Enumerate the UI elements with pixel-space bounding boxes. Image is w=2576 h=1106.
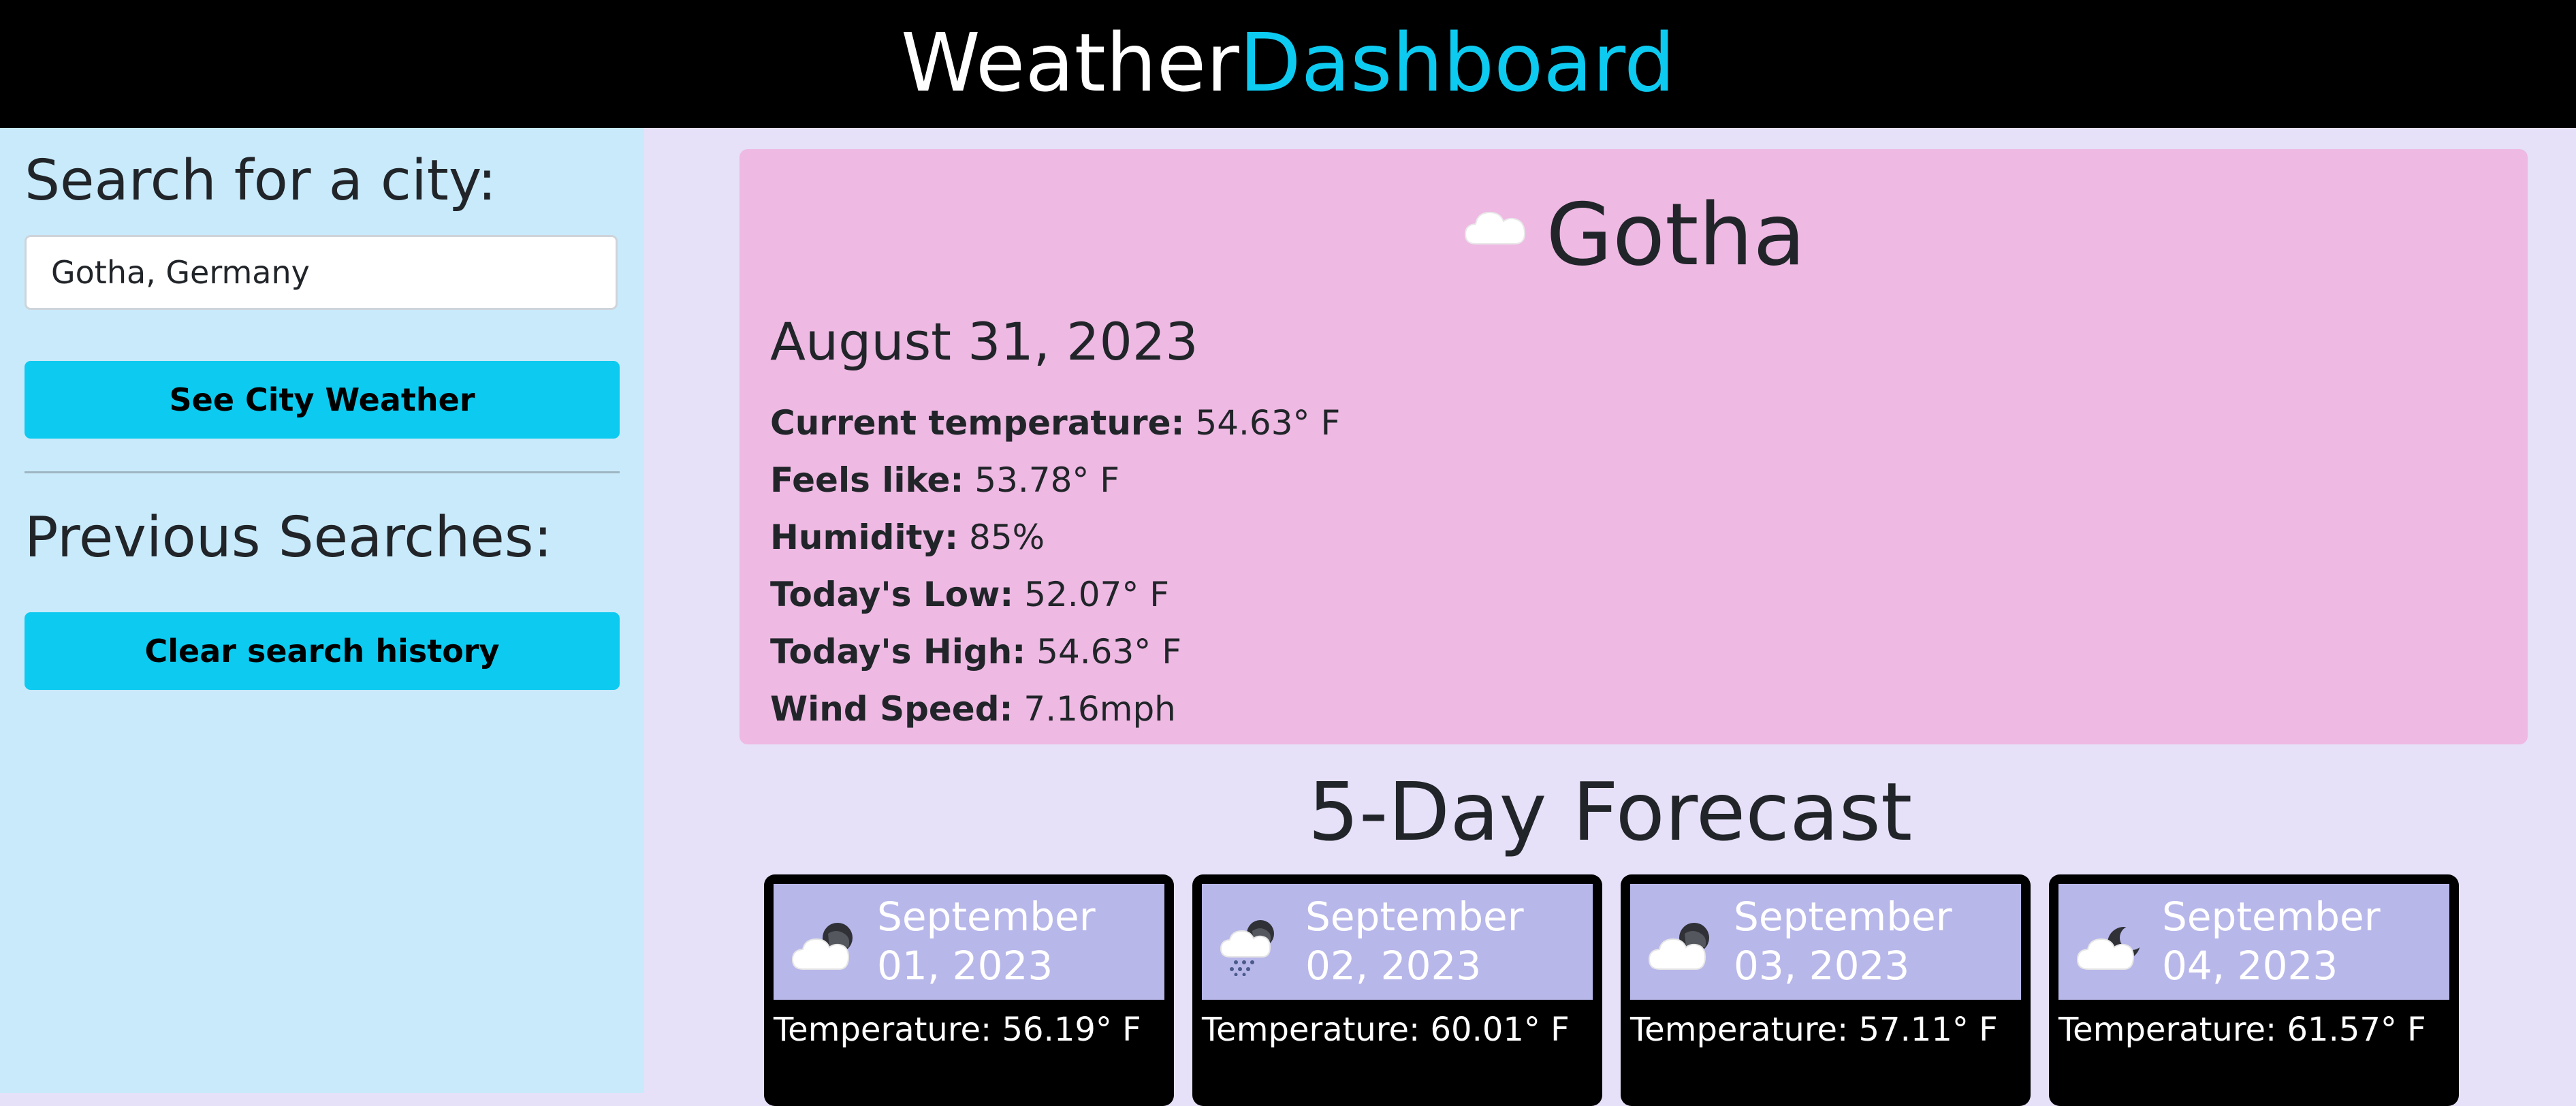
forecast-date-line2: 01, 2023 [877, 943, 1053, 989]
current-date: August 31, 2023 [770, 311, 1198, 372]
forecast-date-line2: 04, 2023 [2162, 943, 2338, 989]
forecast-date-line1: September [1305, 894, 1524, 940]
current-weather-card: Gotha August 31, 2023 Current temperatur… [740, 149, 2528, 744]
stat-value: 54.63° F [1195, 403, 1341, 443]
forecast-card-header: September 01, 2023 [774, 884, 1164, 1000]
stat-value: 53.78° F [974, 460, 1120, 500]
see-city-weather-button[interactable]: See City Weather [25, 361, 620, 439]
forecast-date: September 01, 2023 [877, 892, 1156, 990]
stat-current-temperature: Current temperature: 54.63° F [770, 394, 1340, 452]
stat-todays-low: Today's Low: 52.07° F [770, 566, 1340, 623]
forecast-card: September 01, 2023 Temperature: 56.19° F [764, 874, 1174, 1106]
app-title-dashboard: Dashboard [1239, 16, 1676, 110]
stat-todays-high: Today's High: 54.63° F [770, 623, 1340, 680]
forecast-title: 5-Day Forecast [1307, 765, 1913, 859]
stat-value: 85% [969, 518, 1045, 557]
forecast-date: September 03, 2023 [1734, 892, 2013, 990]
forecast-card-header: September 03, 2023 [1630, 884, 2021, 1000]
stat-label: Today's Low: [770, 575, 1014, 614]
city-name: Gotha [1546, 185, 1806, 285]
forecast-card-header: September 04, 2023 [2058, 884, 2449, 1000]
night-partly-cloudy-icon [2073, 915, 2148, 976]
current-stats: Current temperature: 54.63° F Feels like… [770, 394, 1340, 738]
forecast-card: September 03, 2023 Temperature: 57.11° F [1621, 874, 2031, 1106]
forecast-temperature: Temperature: 56.19° F [774, 1011, 1141, 1049]
forecast-date-line1: September [1734, 894, 1952, 940]
stat-value: 7.16mph [1023, 689, 1176, 729]
city-row: Gotha [740, 185, 2528, 285]
stat-value: 54.63° F [1036, 632, 1181, 672]
app-title-weather: Weather [900, 16, 1239, 110]
app-title: WeatherDashboard [0, 0, 2576, 110]
stat-feels-like: Feels like: 53.78° F [770, 452, 1340, 509]
app-header: WeatherDashboard [0, 0, 2576, 128]
search-heading: Search for a city: [25, 148, 497, 213]
stat-label: Today's High: [770, 632, 1026, 672]
forecast-temperature: Temperature: 60.01° F [1202, 1011, 1570, 1049]
forecast-date: September 02, 2023 [1305, 892, 1585, 990]
night-cloudy-icon [1645, 915, 1720, 976]
forecast-card: September 02, 2023 Temperature: 60.01° F [1192, 874, 1602, 1106]
stat-label: Current temperature: [770, 403, 1185, 443]
forecast-date-line1: September [877, 894, 1096, 940]
night-cloudy-icon [789, 915, 863, 976]
previous-searches-heading: Previous Searches: [25, 505, 553, 570]
forecast-date-line1: September [2162, 894, 2381, 940]
stat-label: Humidity: [770, 518, 959, 557]
cloud-icon [1461, 202, 1529, 249]
night-rain-icon [1217, 915, 1292, 977]
stat-label: Wind Speed: [770, 689, 1013, 729]
forecast-card: September 04, 2023 Temperature: 61.57° F [2049, 874, 2459, 1106]
stat-humidity: Humidity: 85% [770, 509, 1340, 566]
clear-search-history-button[interactable]: Clear search history [25, 612, 620, 690]
main-content: Gotha August 31, 2023 Current temperatur… [644, 128, 2576, 1106]
forecast-date: September 04, 2023 [2162, 892, 2441, 990]
city-search-input[interactable] [25, 235, 618, 310]
sidebar-divider [25, 471, 620, 473]
forecast-card-header: September 02, 2023 [1202, 884, 1593, 1000]
forecast-date-line2: 03, 2023 [1734, 943, 1910, 989]
stat-wind-speed: Wind Speed: 7.16mph [770, 680, 1340, 738]
forecast-temperature: Temperature: 57.11° F [1630, 1011, 1998, 1049]
stat-value: 52.07° F [1024, 575, 1169, 614]
forecast-date-line2: 02, 2023 [1305, 943, 1482, 989]
sidebar: Search for a city: See City Weather Prev… [0, 128, 644, 1093]
forecast-temperature: Temperature: 61.57° F [2058, 1011, 2426, 1049]
stat-label: Feels like: [770, 460, 964, 500]
